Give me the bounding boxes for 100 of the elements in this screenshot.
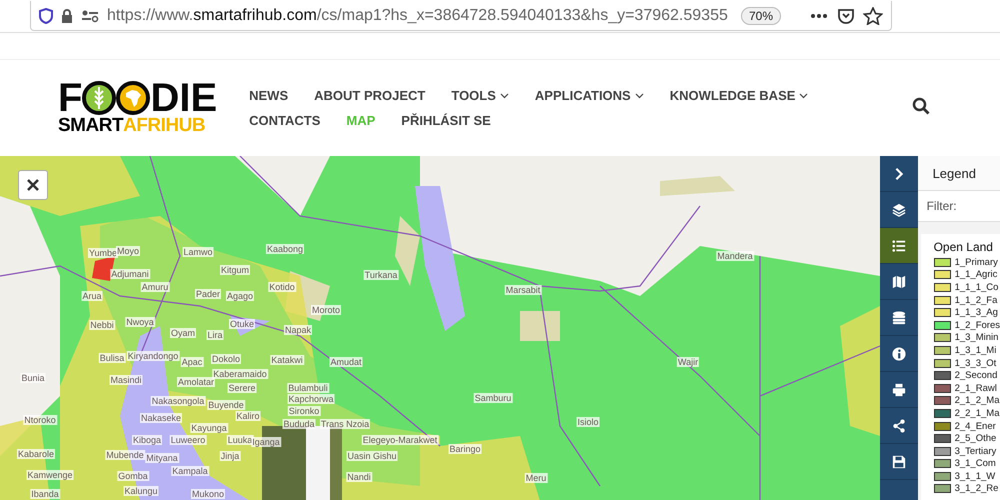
layers-icon (892, 202, 906, 216)
share-icon (892, 418, 906, 432)
place-label: Amuru (140, 282, 170, 292)
place-label: Bunia (20, 373, 46, 383)
close-icon (27, 179, 39, 191)
place-label: Ibanda (30, 489, 60, 499)
place-label: Kitgum (220, 265, 250, 275)
place-label: Mubende (105, 450, 145, 460)
place-label: Isiolo (576, 417, 600, 427)
legend-item-label: 1_1_2_Fa (954, 294, 998, 306)
place-label: Masindi (110, 375, 142, 385)
nav-link[interactable]: ABOUT PROJECT (314, 88, 426, 103)
place-label: Kalungu (123, 486, 159, 496)
place-label: Agago (226, 291, 254, 301)
place-label: Iganga (251, 437, 281, 447)
legend-item-label: 3_1_1_W (954, 470, 996, 482)
logo-text: DIE (150, 80, 218, 116)
legend-item-label: 1_Primary (954, 256, 998, 268)
place-label: Elegeyo-Marakwet (362, 435, 438, 445)
legend-item-label: 2_4_Ener (954, 420, 996, 432)
place-label: Bududa (282, 419, 316, 429)
place-label: Samburu (474, 393, 512, 403)
legend-item-label: 1_1_3_Ag (954, 307, 998, 318)
nav-link[interactable]: APPLICATIONS (534, 88, 644, 103)
legend-item-label: 2_5_Othe (954, 433, 996, 444)
place-label: Turkana (364, 270, 398, 280)
place-label: Marsabit (504, 285, 542, 295)
place-label: Arua (82, 291, 102, 301)
legend-item-label: 1_3_1_Mi (954, 344, 996, 356)
place-label: Nakaseke (140, 413, 182, 423)
sidebar-tool-button[interactable] (880, 228, 918, 264)
place-label: Nebbi (89, 320, 115, 330)
place-label: Lamwo (182, 247, 214, 257)
place-label: Napak (284, 325, 312, 335)
place-label: Trans Nzoia (320, 419, 370, 429)
legend-item-label: 2_1_Rawl (954, 382, 997, 394)
place-label: Gomba (117, 471, 149, 481)
place-label: Katakwi (270, 355, 304, 365)
place-label: Luweero (170, 435, 206, 445)
place-label: Ntoroko (23, 415, 57, 425)
place-label: Mityana (145, 453, 179, 463)
place-label: Nandi (346, 472, 372, 482)
place-label: Apac (180, 357, 204, 367)
place-label: Nwoya (125, 317, 155, 327)
legend-item-label: 3_1_Com (954, 458, 996, 470)
legend-item-label: 3_1_2_Re (954, 483, 998, 494)
list-icon (892, 238, 906, 252)
search-icon[interactable] (912, 96, 930, 114)
place-label: Serere (228, 383, 256, 393)
place-label: Lira (206, 330, 224, 340)
logo-text: F (58, 80, 82, 116)
save-icon (892, 454, 906, 468)
place-label: Otuke (229, 319, 255, 329)
place-label: Oyam (170, 328, 196, 338)
place-label: Sironko (288, 406, 320, 416)
place-label: Bulambuli (287, 383, 329, 393)
place-label: Jinja (220, 451, 240, 461)
printer-icon (892, 382, 906, 396)
place-label: Meru (524, 473, 548, 483)
africa-circle-icon (116, 81, 150, 115)
legend-item-label: 1_3_3_Ot (954, 358, 996, 369)
nav-link[interactable]: KNOWLEDGE BASE (670, 88, 808, 103)
legend-item-label: 2_1_2_Ma (954, 395, 1000, 406)
close-button[interactable] (18, 170, 48, 200)
place-label: Mukono (190, 489, 226, 499)
nav-link[interactable]: TOOLS (451, 88, 509, 103)
nav-link[interactable]: NEWS (249, 88, 288, 103)
place-label: Yumbe (88, 248, 118, 258)
star-icon[interactable] (863, 6, 883, 24)
shield-icon (39, 8, 53, 24)
place-label: Kampala (171, 466, 209, 476)
url-text[interactable]: https://www.smartafrihub.com/cs/map1?hs_x=3864728.594040133&hs_y=37962.59355 (107, 6, 733, 24)
place-label: Amudat (329, 357, 363, 367)
place-label: Kabarole (16, 449, 56, 459)
place-label: Nakasongola (150, 396, 206, 406)
pocket-icon[interactable] (837, 6, 855, 24)
place-label: Moroto (311, 305, 341, 315)
place-label: Mandera (716, 251, 754, 261)
nav-link[interactable]: PŘIHLÁSIT SE (401, 113, 491, 128)
place-label: Kiryandongo (126, 351, 180, 361)
logo-subtitle: SMARTAFRIHUB (58, 116, 206, 136)
place-label: Kapchorwa (287, 394, 335, 404)
place-label: Amolatar (177, 377, 215, 387)
permissions-icon (81, 8, 99, 22)
database-icon (892, 310, 906, 324)
place-label: Kotido (268, 282, 296, 292)
filter-label: Filter: (918, 191, 1000, 222)
place-label: Kaabong (266, 244, 304, 254)
place-label: Wajir (676, 357, 700, 367)
map-icon (892, 274, 906, 288)
zoom-level[interactable]: 70% (740, 6, 781, 24)
legend-item-label: 1_3_Minin (954, 332, 998, 344)
legend-item-label: 1_2_Fores (954, 320, 1000, 331)
nav-link[interactable]: CONTACTS (249, 113, 320, 128)
legend-item-label: 3_Tertiary (954, 446, 996, 457)
place-label: Kaliro (236, 411, 260, 421)
place-label: Kamwenge (26, 470, 74, 480)
place-label: Moyo (116, 246, 140, 256)
legend-item-label: 1_1_Agric (954, 269, 998, 280)
place-label: Bulisa (98, 353, 126, 363)
